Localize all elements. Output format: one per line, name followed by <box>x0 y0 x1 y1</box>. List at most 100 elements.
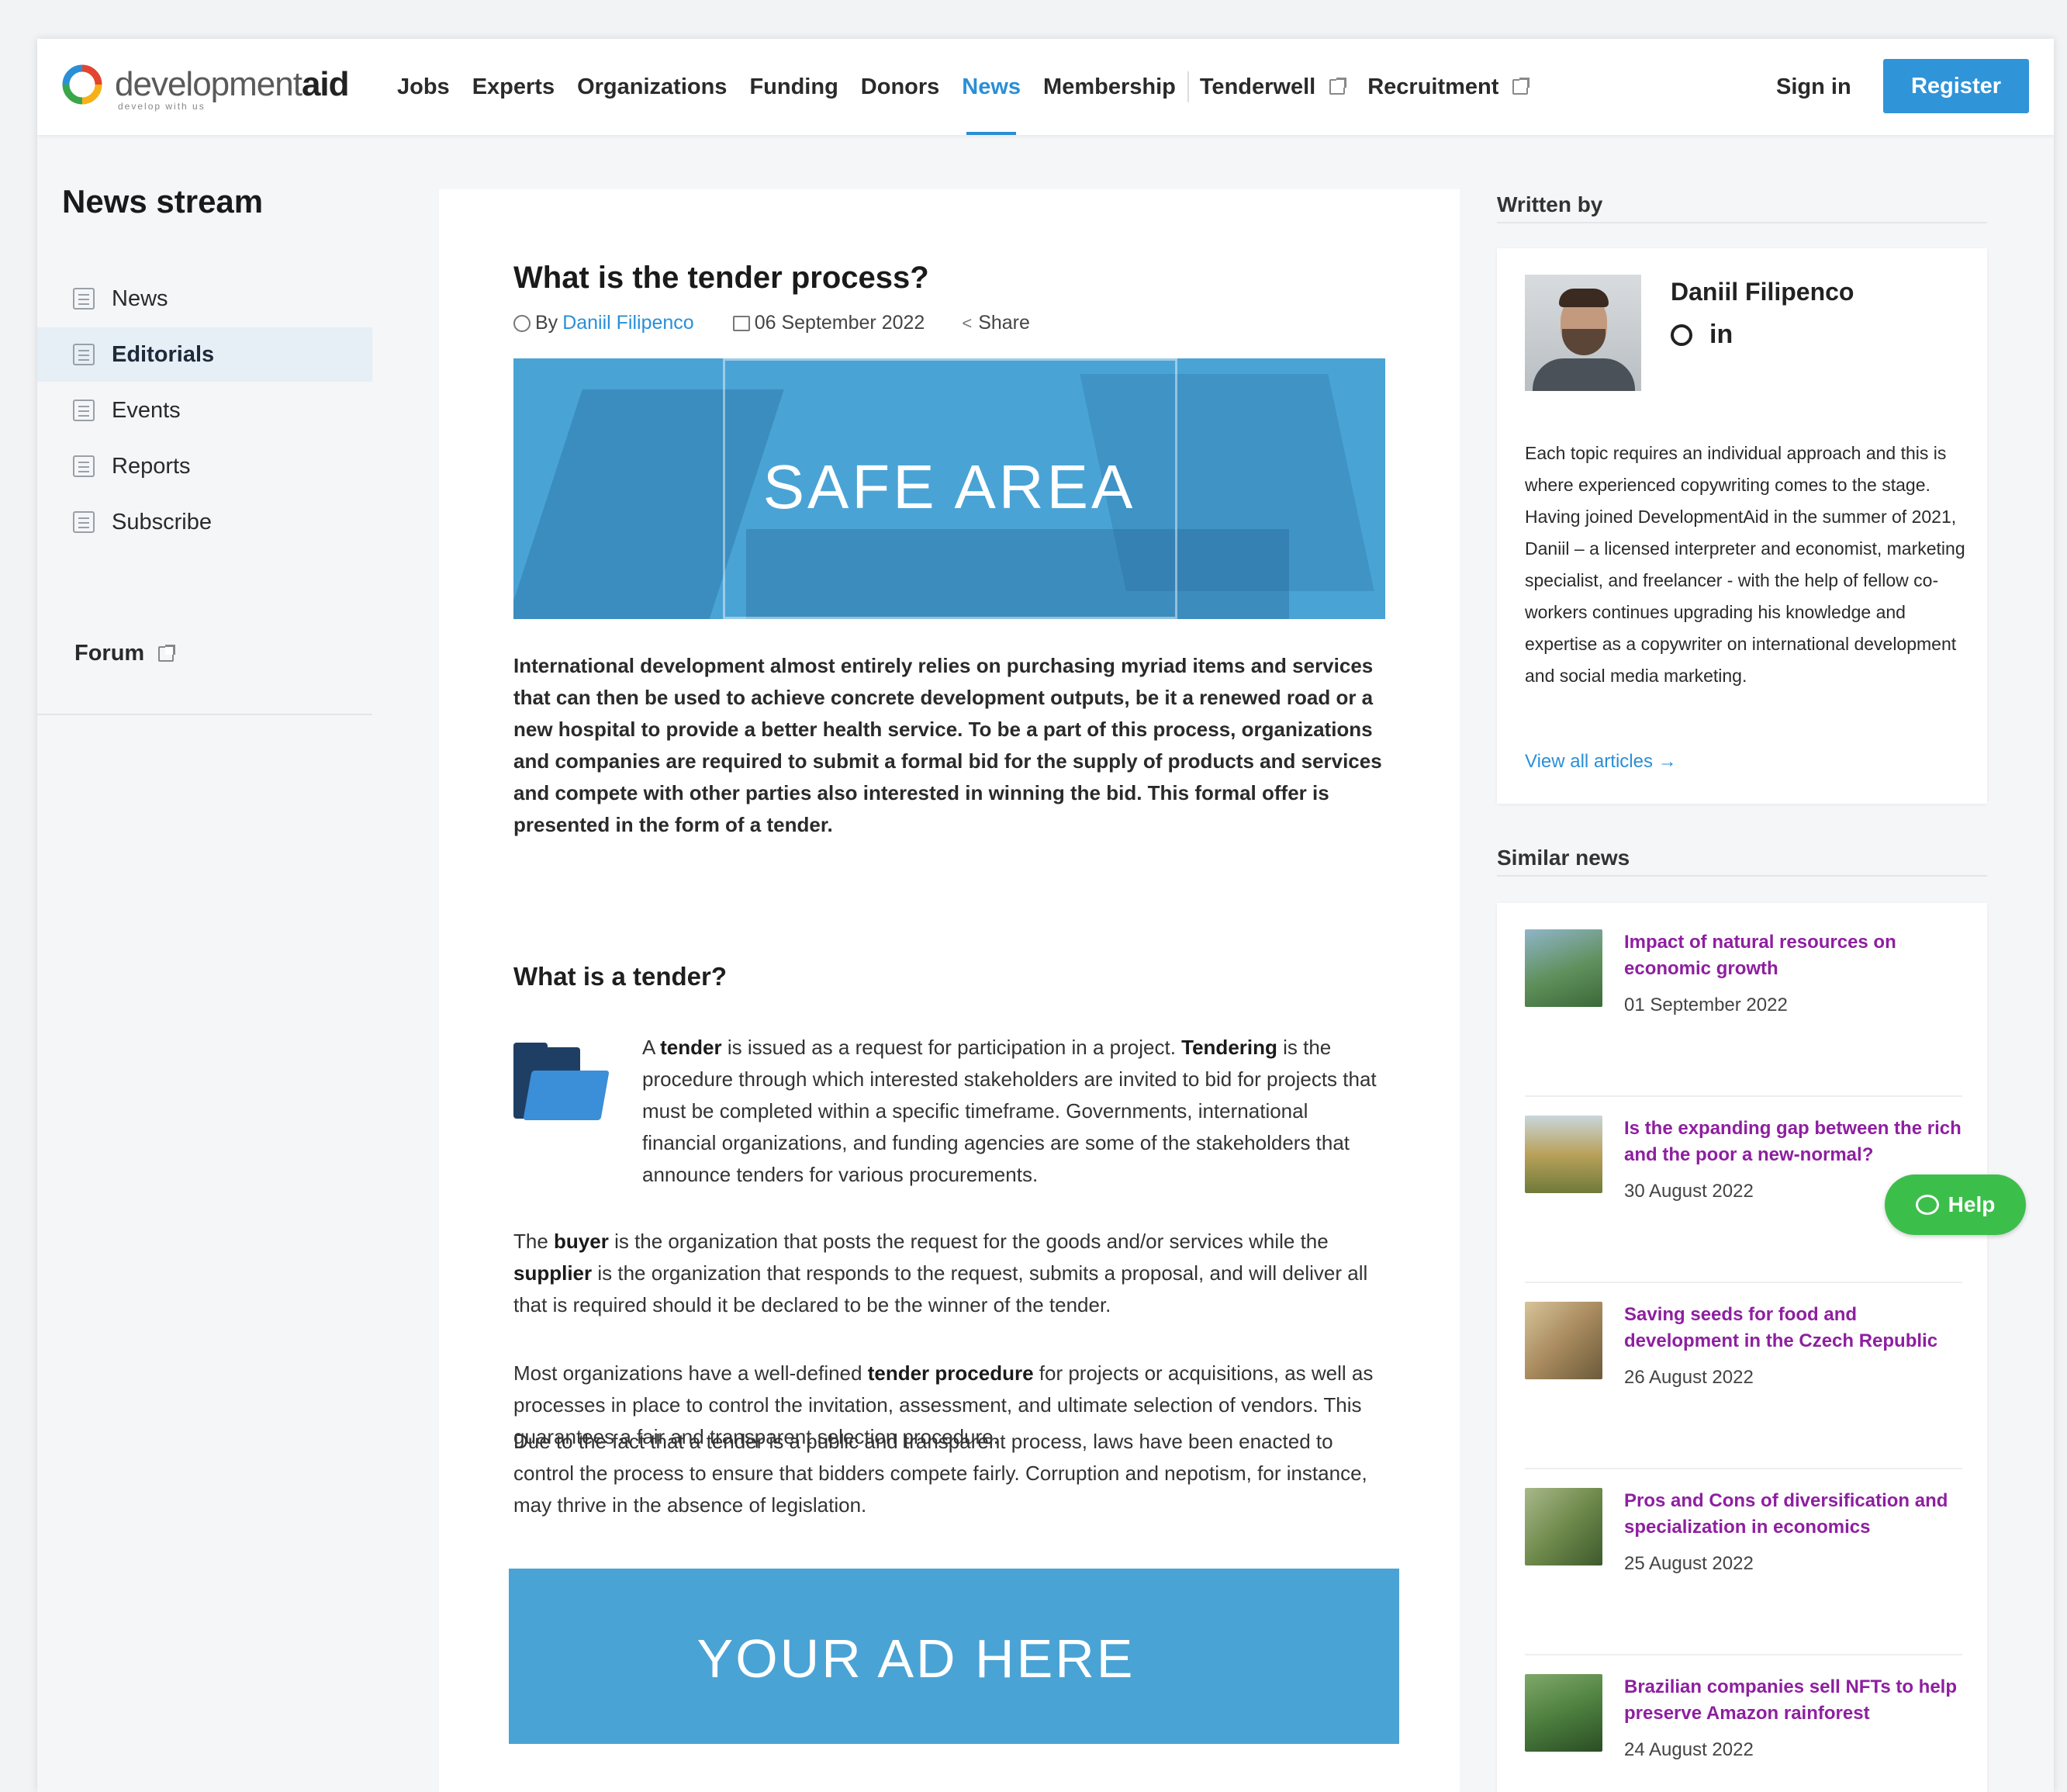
envelope-icon <box>73 511 95 533</box>
nav-recruitment-label: Recruitment <box>1367 74 1499 99</box>
logo-wordmark: developmentaid <box>115 65 350 103</box>
news-title: Impact of natural resources on economic … <box>1624 932 1896 979</box>
author-social: in <box>1671 320 1733 350</box>
news-thumbnail <box>1525 1116 1602 1193</box>
sidebar-item-label: Editorials <box>112 341 215 367</box>
nav-donors[interactable]: Donors <box>861 39 940 135</box>
list-item[interactable]: Brazilian companies sell NFTs to help pr… <box>1525 1674 1962 1792</box>
paragraph-legislation: Due to the fact that a tender is a publi… <box>513 1430 1367 1517</box>
sidebar-item-label: News <box>112 285 168 311</box>
news-title: Saving seeds for food and development in… <box>1624 1304 1938 1351</box>
sidebar-item-news[interactable]: News <box>37 272 372 326</box>
forum-label: Forum <box>74 641 145 666</box>
list-item[interactable]: Pros and Cons of diversification and spe… <box>1525 1488 1962 1674</box>
nav-news[interactable]: News <box>962 39 1021 135</box>
nav-divider <box>1187 71 1189 102</box>
item-divider <box>1525 1468 1962 1469</box>
sidebar-item-label: Reports <box>112 453 191 479</box>
nav-jobs[interactable]: Jobs <box>397 39 450 135</box>
user-icon <box>513 314 531 332</box>
top-header: developmentaid develop with us Jobs Expe… <box>37 39 2054 135</box>
by-label: By <box>535 312 558 334</box>
news-thumbnail <box>1525 929 1602 1007</box>
news-thumbnail <box>1525 1302 1602 1379</box>
newspaper-icon <box>73 288 95 310</box>
sidebar-item-editorials[interactable]: Editorials <box>37 327 372 382</box>
section-divider <box>1497 222 1987 223</box>
author-bio: Each topic requires an individual approa… <box>1525 443 1965 686</box>
news-title: Pros and Cons of diversification and spe… <box>1624 1490 1948 1538</box>
section-divider <box>1497 875 1987 877</box>
sidebar-item-label: Events <box>112 397 181 423</box>
author-card: Daniil Filipenco in Each topic requires … <box>1497 248 1987 804</box>
edit-icon <box>73 344 95 365</box>
paragraph-tender: A tender is issued as a request for part… <box>642 1036 1377 1186</box>
main-nav: Jobs Experts Organizations Funding Donor… <box>397 39 1550 135</box>
paragraph-buyer-supplier: The buyer is the organization that posts… <box>513 1230 1368 1316</box>
sidebar-item-reports[interactable]: Reports <box>37 439 372 493</box>
news-date: 24 August 2022 <box>1624 1739 1754 1760</box>
nav-organizations[interactable]: Organizations <box>577 39 727 135</box>
article-date: 06 September 2022 <box>754 312 925 334</box>
avatar-hair <box>1559 289 1609 307</box>
news-date: 26 August 2022 <box>1624 1367 1754 1388</box>
browser-frame: developmentaid develop with us Jobs Expe… <box>37 39 2054 1792</box>
item-divider <box>1525 1654 1962 1655</box>
news-title: Is the expanding gap between the rich an… <box>1624 1118 1962 1165</box>
safe-area-label: SAFE AREA <box>762 452 1136 521</box>
external-link-icon <box>1329 78 1347 95</box>
nav-experts[interactable]: Experts <box>472 39 555 135</box>
list-item[interactable]: Saving seeds for food and development in… <box>1525 1302 1962 1488</box>
ad-banner[interactable]: YOUR AD HERE <box>509 1569 1399 1744</box>
view-all-articles-link[interactable]: View all articles → <box>1525 751 1677 773</box>
sign-in-link[interactable]: Sign in <box>1776 39 1851 135</box>
sidebar-item-events[interactable]: Events <box>37 383 372 438</box>
logo-tagline: develop with us <box>118 101 206 112</box>
share-button[interactable]: Share <box>978 312 1030 334</box>
linkedin-icon[interactable]: in <box>1709 320 1733 350</box>
chat-bubble-icon <box>1915 1195 1939 1215</box>
external-link-icon <box>1512 78 1530 95</box>
written-by-label: Written by <box>1497 192 1603 216</box>
avatar-body <box>1533 358 1635 391</box>
news-stream-title: News stream <box>62 183 264 220</box>
news-thumbnail <box>1525 1488 1602 1565</box>
ticket-icon <box>73 400 95 421</box>
help-label: Help <box>1948 1192 1996 1216</box>
developmentaid-logo[interactable]: developmentaid develop with us <box>60 57 350 112</box>
nav-tenderwell[interactable]: Tenderwell <box>1199 39 1347 135</box>
similar-news-card: Impact of natural resources on economic … <box>1497 903 1987 1792</box>
report-icon <box>73 455 95 477</box>
nav-membership[interactable]: Membership <box>1043 39 1176 135</box>
register-button[interactable]: Register <box>1883 59 2029 113</box>
forum-link[interactable]: Forum <box>74 641 176 666</box>
sidebar-item-label: Subscribe <box>112 509 212 534</box>
article-title: What is the tender process? <box>513 261 929 295</box>
list-item[interactable]: Impact of natural resources on economic … <box>1525 929 1962 1116</box>
folder-icon <box>513 1043 610 1122</box>
news-date: 01 September 2022 <box>1624 995 1788 1015</box>
article-lead: International development almost entirel… <box>513 654 1382 836</box>
sidebar-item-subscribe[interactable]: Subscribe <box>37 495 372 549</box>
hero-image: SAFE AREA <box>513 358 1385 619</box>
calendar-icon <box>732 315 750 331</box>
avatar[interactable] <box>1525 275 1641 391</box>
author-name[interactable]: Daniil Filipenco <box>1671 278 1854 306</box>
ad-label: YOUR AD HERE <box>696 1628 1135 1689</box>
nav-recruitment[interactable]: Recruitment <box>1367 39 1530 135</box>
similar-news-label: Similar news <box>1497 846 1630 870</box>
news-thumbnail <box>1525 1674 1602 1752</box>
orcid-icon[interactable] <box>1671 323 1692 346</box>
folder-front <box>523 1071 610 1120</box>
help-button[interactable]: Help <box>1885 1174 2026 1235</box>
news-date: 25 August 2022 <box>1624 1553 1754 1574</box>
avatar-beard <box>1562 329 1606 355</box>
external-link-icon <box>158 644 176 662</box>
article-meta: By Daniil Filipenco 06 September 2022 < … <box>513 312 1030 334</box>
news-date: 30 August 2022 <box>1624 1181 1754 1202</box>
author-link[interactable]: Daniil Filipenco <box>562 312 694 334</box>
nav-funding[interactable]: Funding <box>749 39 838 135</box>
nav-tenderwell-label: Tenderwell <box>1199 74 1316 99</box>
item-divider <box>1525 1282 1962 1283</box>
article-card: What is the tender process? By Daniil Fi… <box>439 189 1460 1792</box>
